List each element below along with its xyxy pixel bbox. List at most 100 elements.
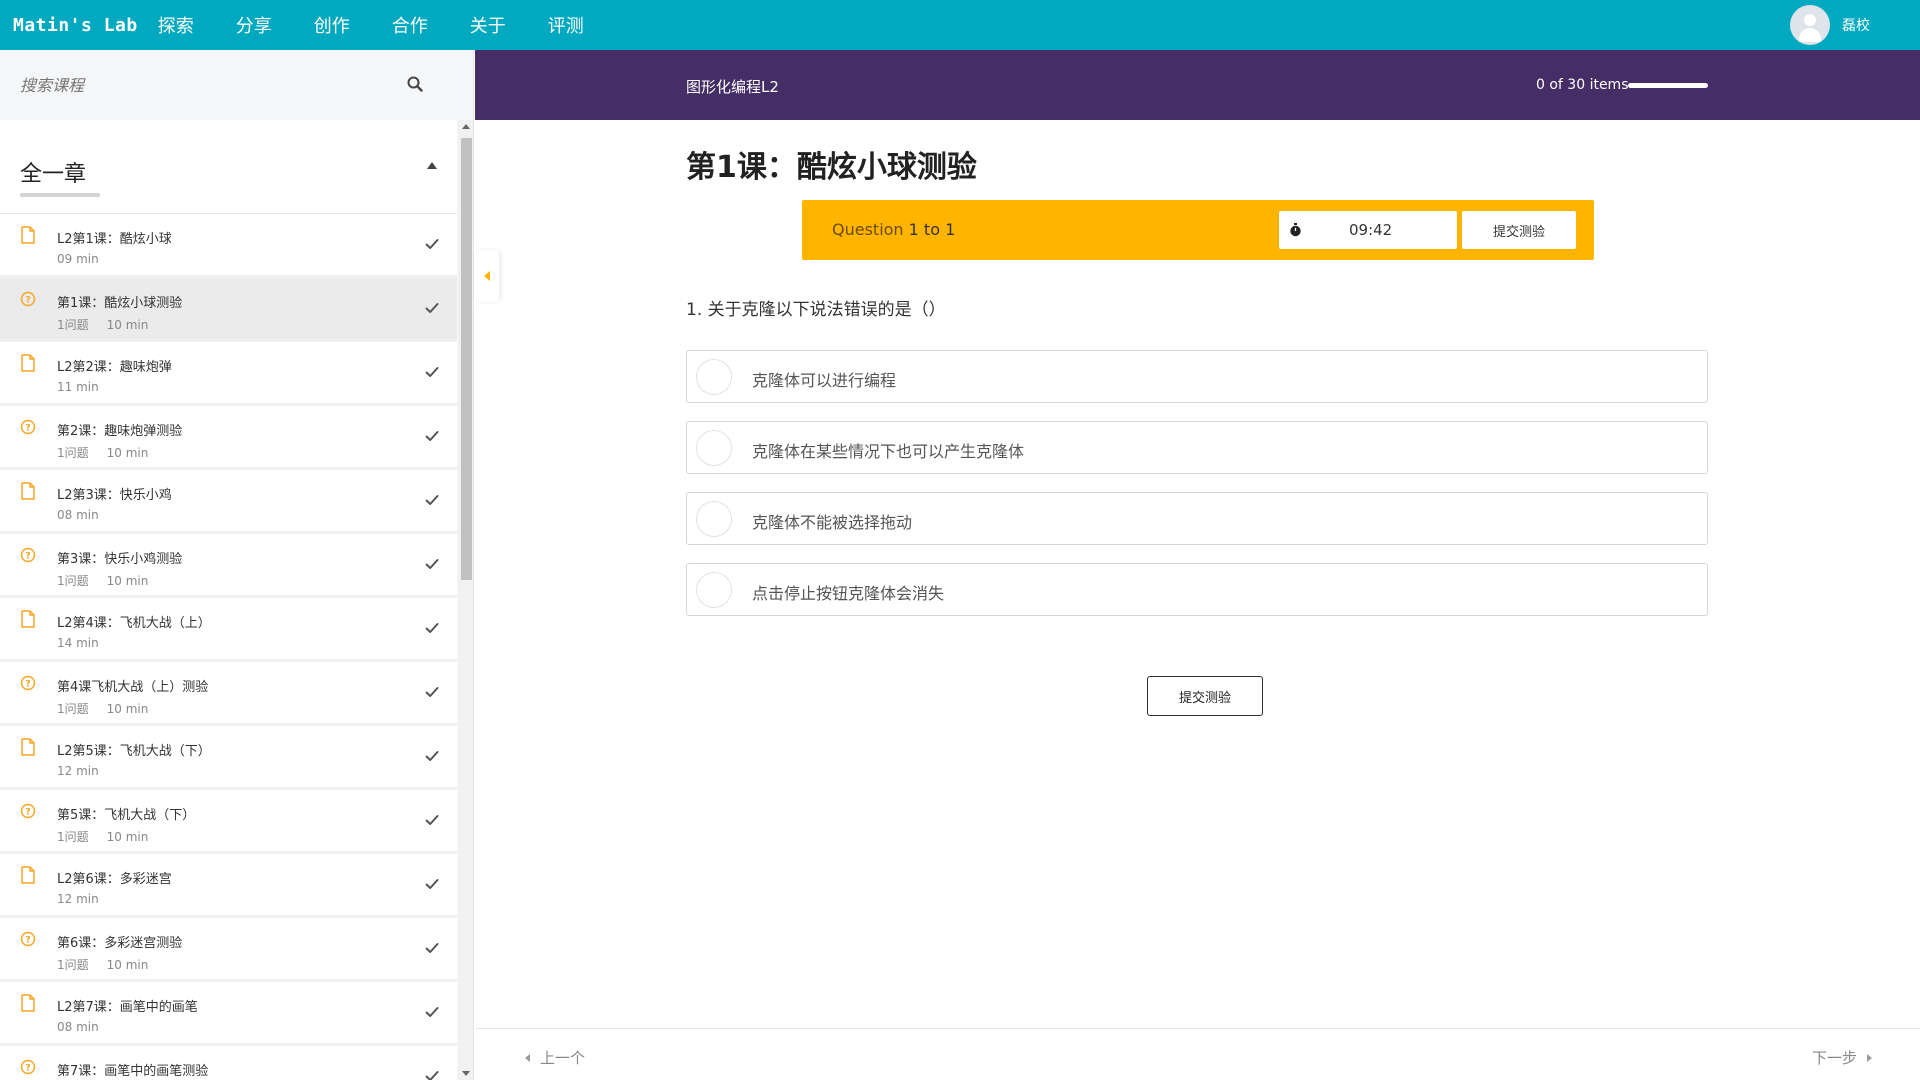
lesson-meta-duration: 10 min [106,702,149,716]
answer-option-text: 克隆体不能被选择拖动 [752,513,913,532]
question-circle-icon: ? [20,1059,36,1075]
question-circle-icon: ? [20,419,36,435]
lesson-meta-duration: 10 min [106,318,149,332]
course-header: 图形化编程L2 0 of 30 items [475,50,1920,120]
submit-quiz-button[interactable]: 提交测验 [1147,676,1263,716]
quiz-status-bar: Question 1 to 1 09:42 提交测验 [802,200,1594,260]
chapter-header[interactable]: 全一章 [0,120,457,214]
scroll-thumb[interactable] [461,138,472,580]
lesson-meta-duration: 10 min [106,574,149,588]
course-sidebar: 全一章 L2第1课：酷炫小球 09 min? 第1课：酷炫小球测验 1问题 10 min… [0,50,474,1080]
radio-button[interactable] [696,501,732,537]
lesson-item[interactable]: ?第7课：画笔中的画笔测验1问题10 min [0,1046,457,1080]
lesson-meta: 1问题 10 min [57,956,148,973]
caret-up-icon[interactable] [427,162,437,169]
lesson-item[interactable]: ? 第4课飞机大战（上）测验 1问题 10 min [0,662,457,726]
nav-item-create[interactable]: 创作 [314,12,350,38]
search-icon[interactable] [407,76,423,92]
check-icon [425,239,439,249]
lesson-title: 第2课：趣味炮弹测验 [57,424,183,439]
lesson-item[interactable]: L2第5课：飞机大战（下） 12 min [0,726,457,790]
answer-option-1[interactable]: 克隆体可以进行编程 [686,350,1708,403]
lesson-title: L2第3课：快乐小鸡 [57,488,172,503]
lesson-meta: 1问题 10 min [57,572,148,589]
answer-option-3[interactable]: 克隆体不能被选择拖动 [686,492,1708,545]
lesson-item[interactable]: L2第7课：画笔中的画笔 08 min [0,982,457,1046]
chapter-progress-bar [20,193,100,197]
brand-logo[interactable]: Matin's Lab [13,15,138,36]
top-navbar: Matin's Lab 探索 分享 创作 合作 关于 评测 磊校 [0,0,1920,50]
check-icon [425,431,439,441]
question-circle-icon: ? [20,931,36,947]
avatar[interactable] [1790,5,1830,45]
nav-item-about[interactable]: 关于 [470,12,506,38]
lesson-item[interactable]: L2第4课：飞机大战（上） 14 min [0,598,457,662]
prev-lesson-link[interactable]: 上一个 [525,1047,585,1068]
answer-option-text: 点击停止按钮克隆体会消失 [752,584,945,603]
chapter-title: 全一章 [20,162,87,187]
stopwatch-icon [1290,223,1301,237]
prev-lesson-label: 上一个 [540,1049,586,1067]
check-icon [425,623,439,633]
lesson-title: L2第1课：酷炫小球 [57,232,172,247]
lesson-list: L2第1课：酷炫小球 09 min? 第1课：酷炫小球测验 1问题 10 min L2第2… [0,214,457,1080]
sidebar-scrollbar[interactable] [458,120,473,1080]
check-icon [425,879,439,889]
nav-item-share[interactable]: 分享 [236,12,272,38]
document-icon [21,354,35,372]
question-circle-icon: ? [20,675,36,691]
lesson-title: L2第4课：飞机大战（上） [57,616,211,631]
lesson-meta-primary: 08 min [57,1020,99,1034]
lesson-item[interactable]: ? 第6课：多彩迷宫测验 1问题 10 min [0,918,457,982]
main-nav: 探索 分享 创作 合作 关于 评测 [158,12,626,38]
lesson-item[interactable]: ? 第5课：飞机大战（下） 1问题 10 min [0,790,457,854]
scroll-down-arrow-icon[interactable] [462,1071,470,1076]
svg-text:?: ? [25,936,30,946]
svg-text:?: ? [25,1064,30,1074]
username[interactable]: 磊校 [1842,15,1870,35]
lesson-meta-duration: 10 min [106,958,149,972]
lesson-meta-primary: 1问题 [57,574,89,588]
lesson-item[interactable]: L2第3课：快乐小鸡 08 min [0,470,457,534]
radio-button[interactable] [696,359,732,395]
lesson-meta-primary: 09 min [57,252,99,266]
radio-button[interactable] [696,430,732,466]
lesson-title: L2第2课：趣味炮弹 [57,360,172,375]
caret-right-icon [1867,1053,1872,1062]
sidebar-search [0,50,473,120]
lesson-meta: 12 min [57,892,99,906]
nav-item-explore[interactable]: 探索 [158,12,194,38]
caret-left-icon [525,1053,530,1062]
lesson-title: 第5课：飞机大战（下） [57,808,196,823]
course-title: 图形化编程L2 [686,78,779,96]
lesson-meta-primary: 12 min [57,764,99,778]
lesson-title: 第4课飞机大战（上）测验 [57,680,209,695]
user-menu[interactable]: 磊校 [1790,5,1870,45]
answer-option-4[interactable]: 点击停止按钮克隆体会消失 [686,563,1708,616]
radio-button[interactable] [696,572,732,608]
lesson-meta-primary: 1问题 [57,702,89,716]
search-input[interactable] [20,75,400,95]
lesson-item[interactable]: L2第1课：酷炫小球 09 min [0,214,457,278]
lesson-meta-primary: 1问题 [57,318,89,332]
answer-option-2[interactable]: 克隆体在某些情况下也可以产生克隆体 [686,421,1708,474]
progress-bar [1628,83,1708,88]
lesson-item[interactable]: L2第6课：多彩迷宫 12 min [0,854,457,918]
scroll-up-arrow-icon[interactable] [462,124,470,129]
lesson-item[interactable]: L2第2课：趣味炮弹 11 min [0,342,457,406]
nav-item-assessment[interactable]: 评测 [548,12,584,38]
lesson-title: 第7课：画笔中的画笔测验 [57,1064,209,1079]
question-text: 1. 关于克隆以下说法错误的是（） [686,300,946,320]
lesson-meta: 14 min [57,636,99,650]
svg-text:?: ? [25,424,30,434]
svg-text:?: ? [25,680,30,690]
nav-item-cooperate[interactable]: 合作 [392,12,428,38]
lesson-item[interactable]: ? 第1课：酷炫小球测验 1问题 10 min [0,278,457,342]
next-lesson-link[interactable]: 下一步 [1812,1047,1872,1068]
lesson-item[interactable]: ? 第3课：快乐小鸡测验 1问题 10 min [0,534,457,598]
submit-quiz-button-top[interactable]: 提交测验 [1462,211,1576,249]
lesson-meta: 08 min [57,508,99,522]
lesson-meta-duration: 10 min [106,446,149,460]
lesson-item[interactable]: ? 第2课：趣味炮弹测验 1问题 10 min [0,406,457,470]
document-icon [21,738,35,756]
